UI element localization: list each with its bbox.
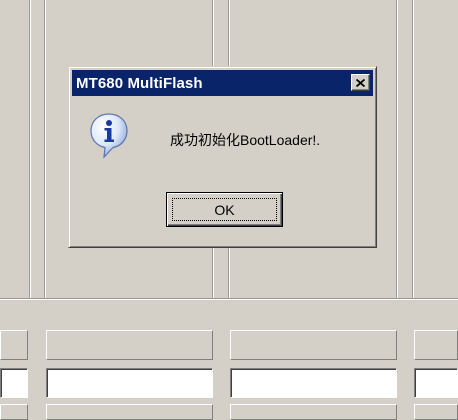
dialog-title-bar[interactable]: MT680 MultiFlash [72,70,373,96]
status-cell [230,404,397,420]
status-field [414,368,458,398]
status-cell [414,330,458,360]
status-cell [46,404,213,420]
panel-divider [396,0,398,300]
status-cell [230,330,397,360]
close-button[interactable] [351,74,370,91]
dialog-message: 成功初始化BootLoader!. [170,132,321,148]
dialog-title: MT680 MultiFlash [76,74,203,92]
ok-button[interactable]: OK [166,192,283,227]
message-dialog: MT680 MultiFlash 成功初始化BootLoader!. OK [68,66,377,248]
status-field [46,368,213,398]
panel-divider [29,0,31,300]
ok-button-label: OK [214,201,235,218]
status-cell [0,404,28,420]
status-cell [46,330,213,360]
close-icon [356,78,365,87]
status-field [230,368,397,398]
status-cell [414,404,458,420]
panel-divider [0,298,458,300]
status-cell [0,330,28,360]
information-icon [90,113,128,159]
panel-divider [412,0,414,300]
panel-divider [44,0,46,300]
status-field [0,368,28,398]
